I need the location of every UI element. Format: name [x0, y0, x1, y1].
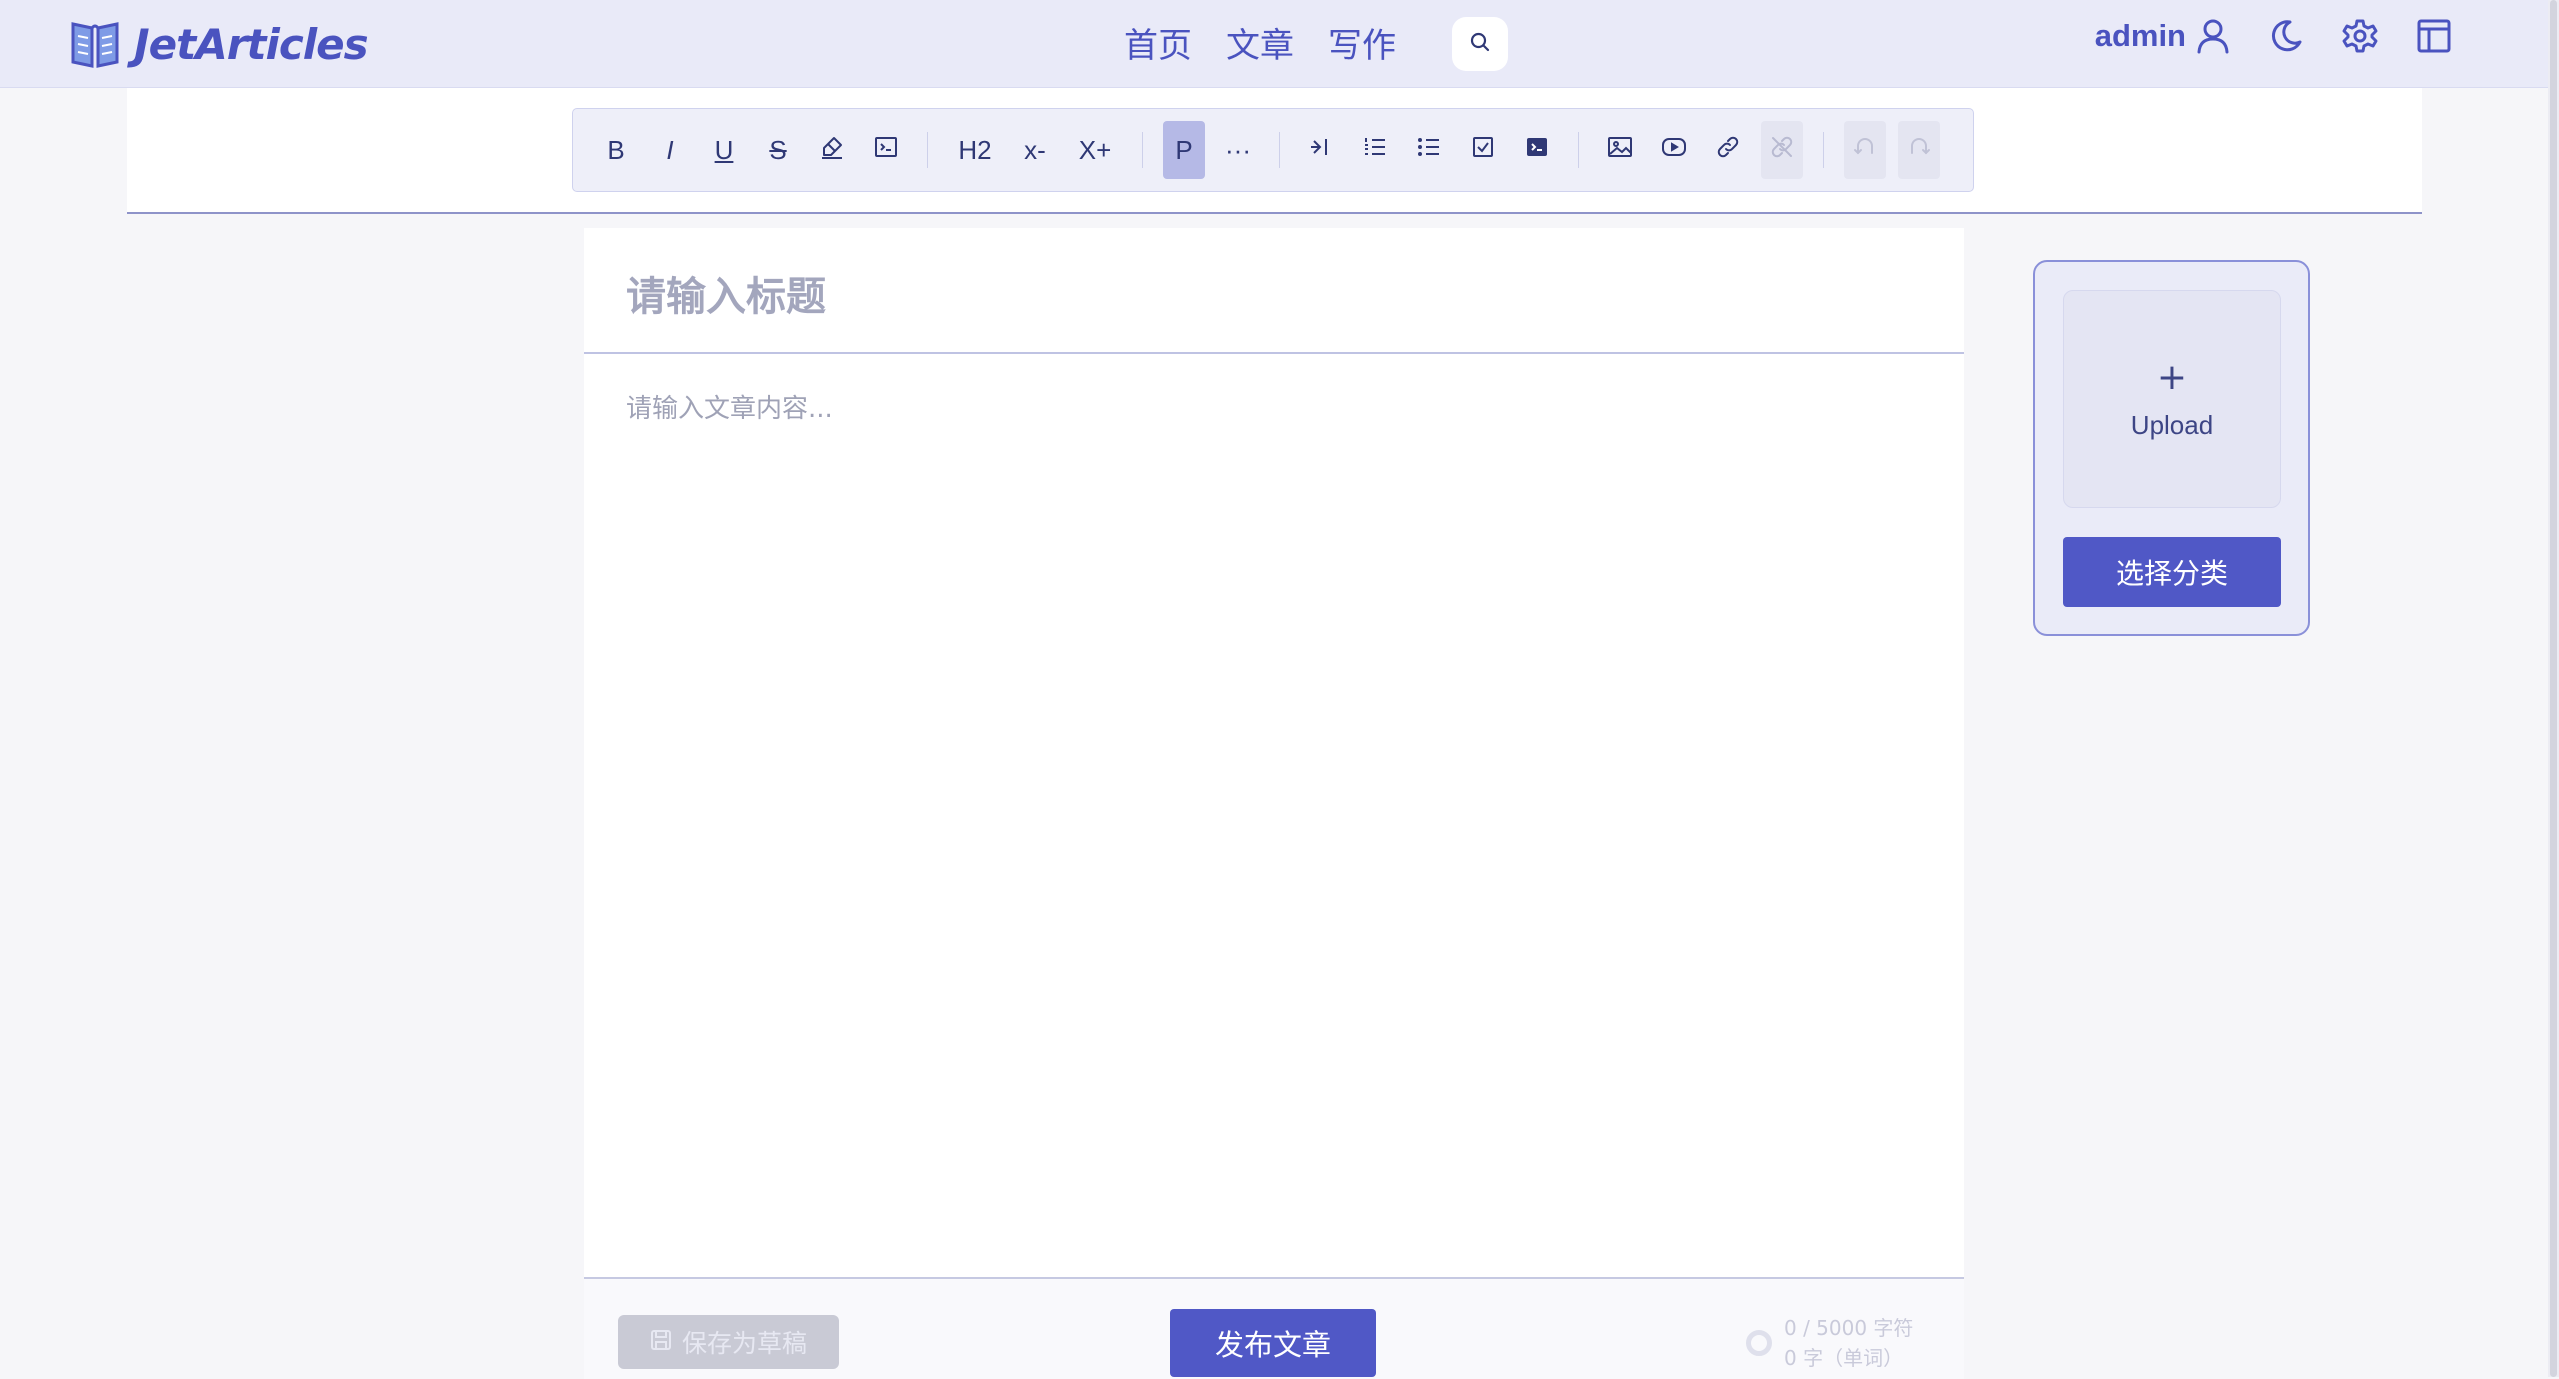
code-block-icon — [1525, 135, 1549, 166]
toolbar-divider — [1142, 132, 1143, 168]
word-count: 0 字（单词） — [1784, 1346, 1904, 1370]
heading-button[interactable]: H2 — [948, 121, 1002, 179]
toolbar-divider — [927, 132, 928, 168]
heading-label: H2 — [958, 134, 992, 165]
search-icon — [1468, 30, 1492, 58]
publish-button[interactable]: 发布文章 — [1170, 1309, 1376, 1377]
link-icon — [1716, 135, 1740, 166]
save-draft-button[interactable]: 保存为草稿 — [618, 1315, 839, 1369]
nav-link-write[interactable]: 写作 — [1328, 18, 1396, 67]
insert-link-button[interactable] — [1707, 121, 1749, 179]
brand-name: JetArticles — [134, 19, 369, 69]
cover-upload[interactable]: + Upload — [2063, 290, 2281, 508]
nav-link-articles[interactable]: 文章 — [1226, 18, 1294, 67]
indent-button[interactable] — [1300, 121, 1342, 179]
bullet-list-button[interactable] — [1408, 121, 1450, 179]
select-category-button[interactable]: 选择分类 — [2063, 537, 2281, 607]
char-count: 0 / 5000 字符 — [1784, 1316, 1914, 1340]
character-counter: 0 / 5000 字符 0 字（单词） — [1746, 1313, 1913, 1373]
paragraph-button[interactable]: P — [1163, 121, 1205, 179]
editor-panel: 请输入标题 请输入文章内容... 保存为草稿 发布文章 0 / 5000 字符 … — [584, 228, 1964, 1379]
nav-actions: admin — [2095, 18, 2452, 54]
hr-label: ··· — [1225, 134, 1251, 165]
inline-code-button[interactable] — [865, 121, 907, 179]
checkbox-icon — [1471, 135, 1495, 166]
video-icon — [1661, 135, 1687, 166]
editor-footer: 保存为草稿 发布文章 0 / 5000 字符 0 字（单词） — [584, 1277, 1964, 1379]
paragraph-label: P — [1175, 134, 1193, 165]
underline-button[interactable]: U — [703, 121, 745, 179]
scrollbar[interactable] — [2548, 0, 2559, 1377]
bullet-list-icon — [1417, 135, 1441, 166]
editor-toolbar-area: B I U S H2 x- X+ P ··· — [127, 88, 2422, 214]
highlighter-icon — [819, 134, 845, 167]
side-panel: + Upload 选择分类 — [2033, 260, 2310, 636]
task-list-button[interactable] — [1462, 121, 1504, 179]
image-icon — [1607, 135, 1633, 166]
save-icon — [650, 1328, 672, 1357]
redo-button[interactable] — [1898, 121, 1940, 179]
plus-icon: + — [2156, 356, 2188, 398]
font-smaller-label: x- — [1024, 134, 1046, 165]
insert-image-button[interactable] — [1599, 121, 1641, 179]
search-button[interactable] — [1452, 17, 1508, 71]
terminal-icon — [874, 135, 898, 166]
italic-button[interactable]: I — [649, 121, 691, 179]
nav-link-home[interactable]: 首页 — [1124, 18, 1192, 67]
font-smaller-button[interactable]: x- — [1014, 121, 1056, 179]
progress-ring — [1746, 1330, 1772, 1356]
code-block-button[interactable] — [1516, 121, 1558, 179]
bold-button[interactable]: B — [595, 121, 637, 179]
top-nav: JetArticles 首页 文章 写作 admin — [0, 0, 2548, 88]
editor-toolbar: B I U S H2 x- X+ P ··· — [572, 108, 1974, 192]
toolbar-divider — [1578, 132, 1579, 168]
book-icon — [70, 18, 120, 70]
moon-icon[interactable] — [2268, 18, 2304, 54]
unlink-button[interactable] — [1761, 121, 1803, 179]
indent-icon — [1309, 135, 1333, 166]
font-larger-label: X+ — [1078, 134, 1112, 165]
user-menu[interactable]: admin — [2095, 18, 2230, 54]
underline-label: U — [714, 134, 734, 165]
bold-label: B — [607, 134, 625, 165]
upload-label: Upload — [2130, 409, 2214, 440]
ordered-list-icon — [1363, 135, 1387, 166]
toolbar-divider — [1279, 132, 1280, 168]
gear-icon[interactable] — [2342, 18, 2378, 54]
ordered-list-button[interactable] — [1354, 121, 1396, 179]
content-editor[interactable]: 请输入文章内容... — [626, 388, 833, 425]
save-draft-label: 保存为草稿 — [681, 1329, 807, 1358]
title-input[interactable]: 请输入标题 — [584, 228, 1964, 354]
horizontal-rule-button[interactable]: ··· — [1217, 121, 1259, 179]
redo-icon — [1907, 135, 1931, 166]
strike-label: S — [769, 134, 787, 165]
undo-button[interactable] — [1844, 121, 1886, 179]
unlink-icon — [1770, 135, 1794, 166]
undo-icon — [1853, 135, 1877, 166]
username: admin — [2094, 18, 2186, 53]
highlight-button[interactable] — [811, 121, 853, 179]
scrollbar-thumb[interactable] — [2550, 0, 2557, 1377]
italic-label: I — [666, 134, 674, 165]
brand[interactable]: JetArticles — [70, 16, 369, 72]
layout-icon[interactable] — [2416, 18, 2452, 54]
main-nav: 首页 文章 写作 — [1124, 18, 1396, 67]
insert-video-button[interactable] — [1653, 121, 1695, 179]
font-larger-button[interactable]: X+ — [1068, 121, 1122, 179]
strikethrough-button[interactable]: S — [757, 121, 799, 179]
user-icon — [2196, 18, 2230, 54]
toolbar-divider — [1823, 132, 1824, 168]
